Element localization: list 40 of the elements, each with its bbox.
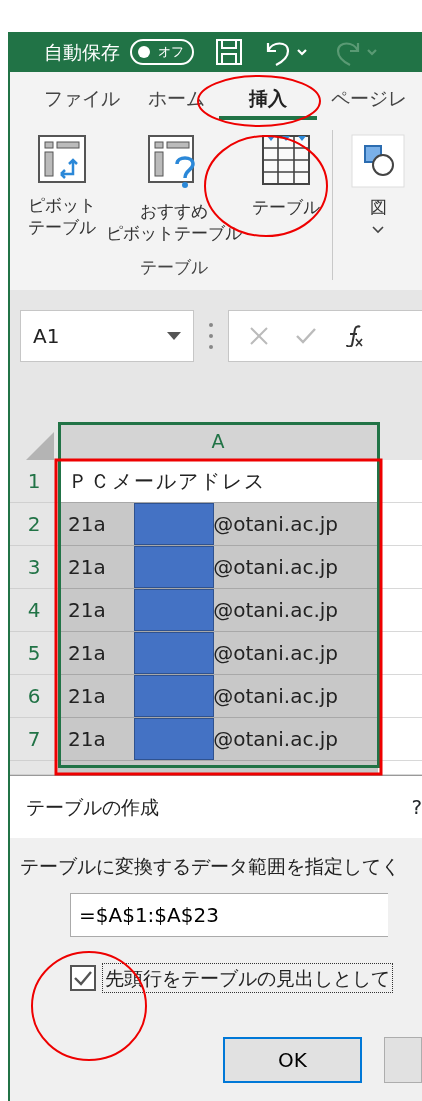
function-icon[interactable] <box>343 325 363 347</box>
formula-field[interactable] <box>228 310 422 362</box>
help-button[interactable]: ? <box>411 792 422 822</box>
autosave-label: 自動保存 <box>44 39 120 65</box>
autosave-toggle[interactable]: オフ <box>130 39 194 65</box>
header-checkbox[interactable] <box>70 964 96 991</box>
dropdown-icon[interactable] <box>167 332 181 340</box>
row-header[interactable]: 1 <box>10 460 58 503</box>
ribbon-tab[interactable]: ページレ <box>317 83 421 120</box>
table-cell[interactable]: 21a @otani.ac.jp <box>58 718 378 761</box>
shapes-button[interactable]: 図 <box>349 130 407 239</box>
pivot-table-icon <box>37 134 87 184</box>
ribbon-tab[interactable]: ファイル <box>30 83 134 120</box>
shapes-icon <box>351 134 405 188</box>
row-header[interactable]: 3 <box>10 546 58 589</box>
table-cell[interactable]: 21a @otani.ac.jp <box>58 589 378 632</box>
row-header[interactable]: 4 <box>10 589 58 632</box>
row-header[interactable]: 2 <box>10 503 58 546</box>
ok-button[interactable]: OK <box>223 1037 362 1083</box>
ribbon-button[interactable]: おすすめ ピボットテーブル <box>104 130 244 249</box>
save-icon[interactable] <box>214 37 244 67</box>
table-icon <box>261 134 311 186</box>
table-cell[interactable]: 21a @otani.ac.jp <box>58 503 378 546</box>
row-header[interactable]: 5 <box>10 632 58 675</box>
name-box[interactable]: A1 <box>20 310 194 362</box>
caret-icon <box>372 226 384 235</box>
ribbon-button[interactable]: テーブル <box>250 130 322 223</box>
check-icon[interactable] <box>295 327 317 345</box>
row-header[interactable] <box>10 761 58 775</box>
row-header[interactable]: 6 <box>10 675 58 718</box>
prompt-text: テーブルに変換するデータ範囲を指定してく <box>20 854 401 879</box>
ribbon-button[interactable]: ピボット テーブル <box>26 130 98 243</box>
range-field[interactable]: =$A$1:$A$23 <box>70 892 388 937</box>
table-cell[interactable]: 21a @otani.ac.jp <box>58 675 378 718</box>
group-label: テーブル <box>140 255 208 279</box>
row-header[interactable]: 7 <box>10 718 58 761</box>
table-cell[interactable]: 21a @otani.ac.jp <box>58 632 378 675</box>
dialog-title: テーブルの作成 <box>26 794 159 820</box>
table-cell[interactable]: 21a @otani.ac.jp <box>58 546 378 589</box>
grip-icon[interactable] <box>208 322 214 350</box>
